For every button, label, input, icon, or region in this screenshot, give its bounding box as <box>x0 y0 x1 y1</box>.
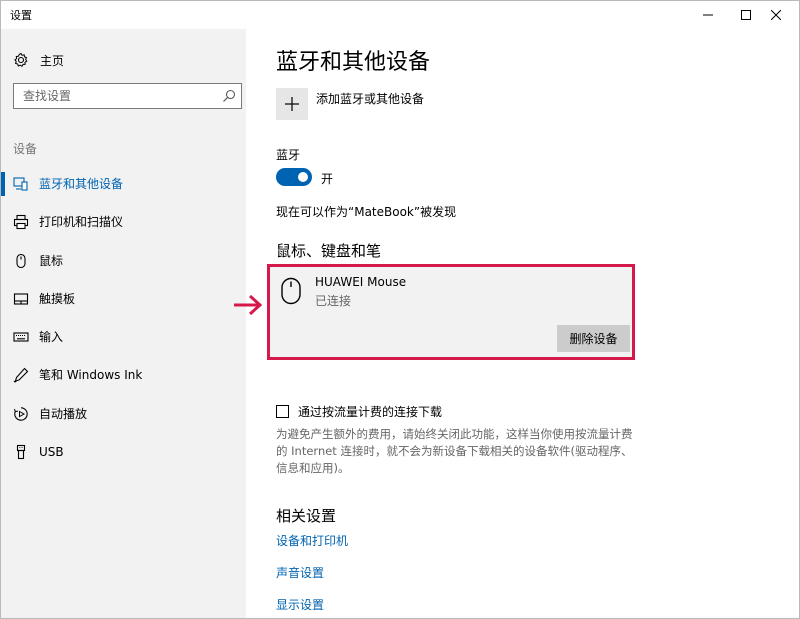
metered-description: 为避免产生额外的费用，请始终关闭此功能，这样当你使用按流量计费的 Interne… <box>276 427 633 475</box>
toggle-knob <box>298 172 308 182</box>
search-icon[interactable] <box>222 89 236 103</box>
main-content: 蓝牙和其他设备 添加蓝牙或其他设备 蓝牙 开 现在可以作为“MateBook”被… <box>234 29 799 618</box>
sidebar-item-label: 鼠标 <box>39 253 64 268</box>
maximize-icon <box>741 10 751 20</box>
active-indicator <box>1 172 5 196</box>
metered-download-checkbox[interactable]: 通过按流量计费的连接下载 <box>276 403 442 420</box>
related-settings-heading: 相关设置 <box>276 507 337 525</box>
device-item-huawei-mouse[interactable]: HUAWEI Mouse 已连接 删除设备 <box>267 264 635 360</box>
sidebar-item-mouse[interactable]: 鼠标 <box>1 242 246 280</box>
sidebar-item-bluetooth[interactable]: 蓝牙和其他设备 <box>1 165 246 203</box>
bluetooth-label: 蓝牙 <box>276 148 301 162</box>
sidebar-nav: 蓝牙和其他设备 打印机和扫描仪 鼠标 触摸板 输入 笔和 Windows Ink… <box>1 165 246 471</box>
mouse-icon <box>281 277 301 305</box>
sidebar-item-label: 笔和 Windows Ink <box>39 368 143 383</box>
device-name: HUAWEI Mouse <box>315 275 407 289</box>
metered-label: 通过按流量计费的连接下载 <box>298 405 443 419</box>
sidebar-home-label: 主页 <box>40 53 65 68</box>
add-device-button[interactable] <box>276 88 308 120</box>
sidebar-home[interactable]: 主页 <box>13 49 64 71</box>
add-device-label[interactable]: 添加蓝牙或其他设备 <box>316 90 424 107</box>
minimize-icon <box>703 14 713 16</box>
search-input[interactable] <box>14 84 223 108</box>
sidebar-item-label: 打印机和扫描仪 <box>39 215 124 230</box>
close-icon <box>771 10 781 20</box>
mouse-section-heading: 鼠标、键盘和笔 <box>276 242 382 260</box>
sidebar: 主页 设备 蓝牙和其他设备 <box>1 29 246 618</box>
printer-icon <box>13 215 29 230</box>
page-title: 蓝牙和其他设备 <box>276 50 431 75</box>
mouse-icon <box>16 253 26 268</box>
sidebar-item-printers[interactable]: 打印机和扫描仪 <box>1 203 246 241</box>
sidebar-section-label: 设备 <box>13 142 38 156</box>
sidebar-item-touchpad[interactable]: 触摸板 <box>1 280 246 318</box>
window-title: 设置 <box>10 9 32 22</box>
close-button[interactable] <box>753 1 799 29</box>
sidebar-item-label: 蓝牙和其他设备 <box>39 177 124 191</box>
bluetooth-toggle[interactable] <box>276 168 312 186</box>
remove-device-button[interactable]: 删除设备 <box>557 325 630 352</box>
link-display-settings[interactable]: 显示设置 <box>276 596 324 613</box>
sidebar-item-typing[interactable]: 输入 <box>1 318 246 356</box>
device-status: 已连接 <box>315 294 352 308</box>
settings-window: 设置 主页 设备 <box>0 0 800 619</box>
sidebar-item-pen[interactable]: 笔和 Windows Ink <box>1 356 246 394</box>
sidebar-item-label: 自动播放 <box>39 406 88 421</box>
checkbox[interactable] <box>276 405 289 418</box>
sidebar-item-autoplay[interactable]: 自动播放 <box>1 395 246 433</box>
sidebar-item-label: USB <box>39 445 64 460</box>
keyboard-icon <box>13 332 29 342</box>
bluetooth-devices-icon <box>13 177 28 191</box>
search-box[interactable] <box>13 83 242 109</box>
discoverable-text: 现在可以作为“MateBook”被发现 <box>276 205 457 219</box>
touchpad-icon <box>13 293 29 305</box>
title-bar: 设置 <box>1 1 799 29</box>
sidebar-item-usb[interactable]: USB <box>1 433 246 471</box>
usb-icon <box>16 445 26 460</box>
link-sound-settings[interactable]: 声音设置 <box>276 564 324 581</box>
sidebar-item-label: 输入 <box>39 330 64 345</box>
gear-icon <box>14 52 28 68</box>
sidebar-item-label: 触摸板 <box>39 291 76 306</box>
autoplay-icon <box>14 407 28 421</box>
bluetooth-state: 开 <box>321 172 334 186</box>
plus-icon <box>285 97 299 111</box>
arrow-right-icon <box>234 294 263 316</box>
link-devices-and-printers[interactable]: 设备和打印机 <box>276 532 348 549</box>
pen-icon <box>13 368 29 383</box>
